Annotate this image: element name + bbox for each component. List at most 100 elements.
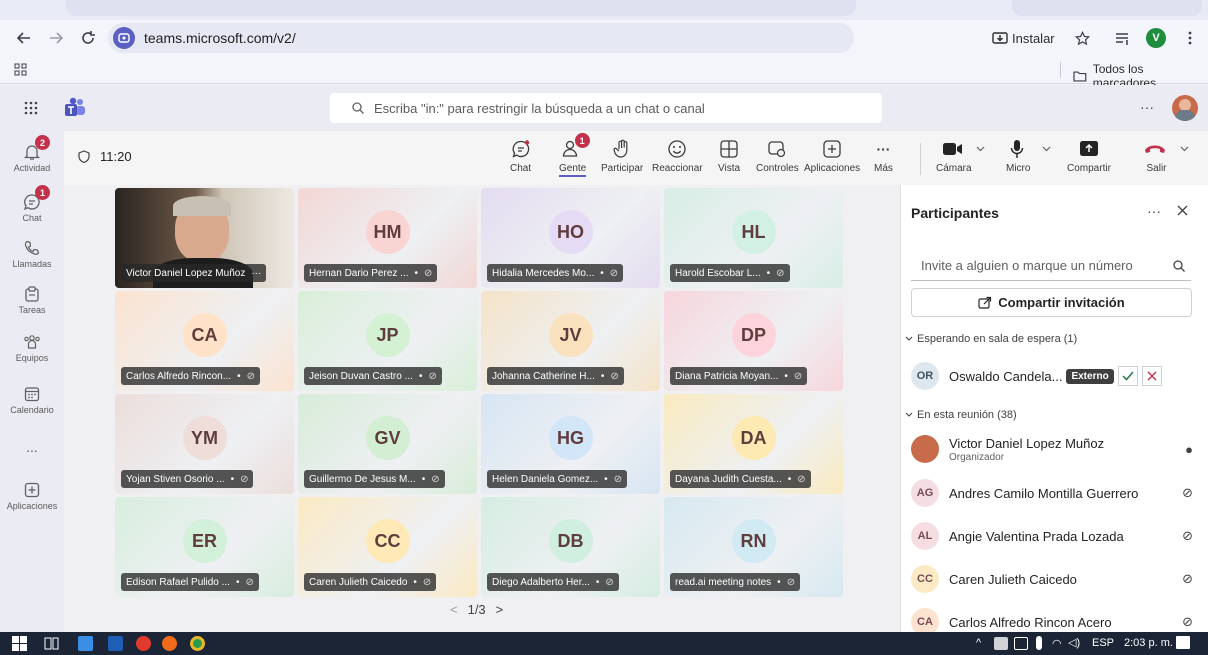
tray-device-icon[interactable] [1014,637,1028,650]
in-meeting-section-header[interactable]: En esta reunión (38) [905,409,1017,421]
participant-tile[interactable]: JV Johanna Catherine H... • ⊘ [481,291,660,391]
mic-control[interactable]: Micro [1006,137,1054,174]
participant-tile[interactable]: Victor Daniel Lopez Muñoz ··· [115,188,294,288]
participant-tile[interactable]: CA Carlos Alfredo Rincon... • ⊘ [115,291,294,391]
user-avatar[interactable] [1172,95,1198,121]
participant-name: Edison Rafael Pulido ... [126,576,230,588]
share-control[interactable]: Compartir [1067,137,1111,174]
participant-tile[interactable]: YM Yojan Stiven Osorio ... • ⊘ [115,394,294,494]
install-app-button[interactable]: Instalar [992,28,1055,48]
windows-start-icon[interactable] [12,636,27,651]
participant-tile[interactable]: JP Jeison Duvan Castro ... • ⊘ [298,291,477,391]
apps-control[interactable]: Aplicaciones [804,137,860,174]
forward-button[interactable] [46,28,66,48]
clock[interactable]: 2:03 p. m. [1124,637,1173,649]
tray-mic-icon[interactable] [1036,636,1042,650]
participant-row[interactable]: Victor Daniel Lopez Muñoz Organizador ● [911,431,1199,467]
panel-more-button[interactable]: ··· [1147,203,1161,219]
participant-tile[interactable]: DP Diana Patricia Moyan... • ⊘ [664,291,843,391]
participant-info: Angie Valentina Prada Lozada [949,529,1124,544]
participant-tile[interactable]: HM Hernan Dario Perez ... • ⊘ [298,188,477,288]
chevron-down-icon [905,412,913,417]
admit-button[interactable] [1117,366,1138,386]
tray-app-icon[interactable] [994,637,1008,650]
store-icon[interactable] [108,636,123,651]
share-invite-button[interactable]: Compartir invitación [911,288,1192,317]
teams-logo[interactable] [64,97,86,117]
reload-button[interactable] [78,28,98,48]
browser-menu-button[interactable] [1180,28,1200,48]
opera-icon[interactable] [136,636,151,651]
camera-control[interactable]: Cámara [936,137,992,174]
participant-tile[interactable]: DA Dayana Judith Cuesta... • ⊘ [664,394,843,494]
app-launcher-button[interactable] [24,101,38,115]
participant-tile[interactable]: CC Caren Julieth Caicedo • ⊘ [298,497,477,597]
view-control[interactable]: Vista [718,137,740,174]
hang-up-icon [1145,145,1165,153]
firefox-icon[interactable] [162,636,177,651]
participant-tile[interactable]: DB Diego Adalberto Her... • ⊘ [481,497,660,597]
search-box[interactable]: Escriba "in:" para restringir la búsqued… [330,93,882,123]
rail-calendar[interactable]: Calendario [0,383,64,415]
next-page-button[interactable]: > [496,602,504,617]
rail-calls[interactable]: Llamadas [0,237,64,269]
site-info-icon[interactable] [113,27,135,49]
participant-name-tag: Hernan Dario Perez ... • ⊘ [304,264,438,282]
more-control[interactable]: ··· Más [874,137,893,174]
invite-input[interactable]: Invite a alguien o marque un número [911,251,1191,281]
chat-control[interactable]: Chat [510,137,531,174]
participant-avatar: DP [731,313,776,357]
deny-button[interactable] [1141,366,1162,386]
react-control[interactable]: Reaccionar [652,137,703,174]
grid-view-icon [720,140,738,158]
language-indicator[interactable]: ESP [1092,637,1114,649]
participant-tile[interactable]: HO Hidalia Mercedes Mo... • ⊘ [481,188,660,288]
notifications-icon[interactable] [1176,636,1190,649]
participant-row[interactable]: CC Caren Julieth Caicedo ⊘ [911,561,1199,597]
people-control[interactable]: 1 Gente [559,133,590,177]
lobby-participant-name: Oswaldo Candela... [949,368,1063,384]
address-bar[interactable]: teams.microsoft.com/v2/ [108,23,854,53]
participant-tile[interactable]: RN read.ai meeting notes • ⊘ [664,497,843,597]
participant-tile[interactable]: GV Guillermo De Jesus M... • ⊘ [298,394,477,494]
settings-more-button[interactable]: ··· [1140,99,1154,115]
participant-tile[interactable]: HL Harold Escobar L... • ⊘ [664,188,843,288]
raise-hand-label: Participar [601,163,644,174]
participant-name-tag: Caren Julieth Caicedo • ⊘ [304,573,437,591]
raise-hand-control[interactable]: Participar [601,137,643,174]
controls-control[interactable]: Controles [756,137,799,174]
file-explorer-icon[interactable] [78,636,93,651]
rail-activity[interactable]: 2 Actividad [0,135,64,173]
participant-name-tag: Diana Patricia Moyan... • ⊘ [670,367,808,385]
volume-icon[interactable]: ◁) [1068,636,1080,649]
chrome-icon[interactable] [190,636,205,651]
waiting-section-header[interactable]: Esperando en sala de espera (1) [905,333,1077,345]
participant-row[interactable]: AL Angie Valentina Prada Lozada ⊘ [911,518,1199,554]
tray-chevron-icon[interactable]: ^ [976,637,981,649]
lobby-participant-row[interactable]: OR Oswaldo Candela... Externo [911,358,1199,394]
chat-icon [512,140,529,158]
back-button[interactable] [14,28,34,48]
panel-close-button[interactable] [1177,205,1188,216]
rail-apps[interactable]: Aplicaciones [0,479,64,511]
prev-page-button[interactable]: < [450,602,458,617]
rail-chat[interactable]: 1 Chat [0,185,64,223]
tile-more-icon[interactable]: ··· [251,268,261,279]
rail-tasks[interactable]: Tareas [0,283,64,315]
active-tab[interactable] [66,0,856,16]
participant-name-tag: Diego Adalberto Her... • ⊘ [487,573,619,591]
external-user-icon: • [787,473,792,485]
rail-more[interactable]: ... [0,439,64,455]
participant-row[interactable]: AG Andres Camilo Montilla Guerrero ⊘ [911,475,1199,511]
wifi-icon[interactable]: ◠ [1052,637,1062,650]
reading-list-button[interactable] [1112,28,1132,48]
participant-tile[interactable]: ER Edison Rafael Pulido ... • ⊘ [115,497,294,597]
profile-button[interactable]: V [1146,28,1166,48]
bookmark-star-button[interactable] [1072,28,1092,48]
rail-teams[interactable]: Equipos [0,331,64,363]
task-view-icon[interactable] [44,636,59,651]
inactive-tab[interactable] [1012,0,1202,16]
apps-shortcut-button[interactable] [14,63,27,76]
participant-tile[interactable]: HG Helen Daniela Gomez... • ⊘ [481,394,660,494]
leave-control[interactable]: Salir [1144,137,1189,174]
